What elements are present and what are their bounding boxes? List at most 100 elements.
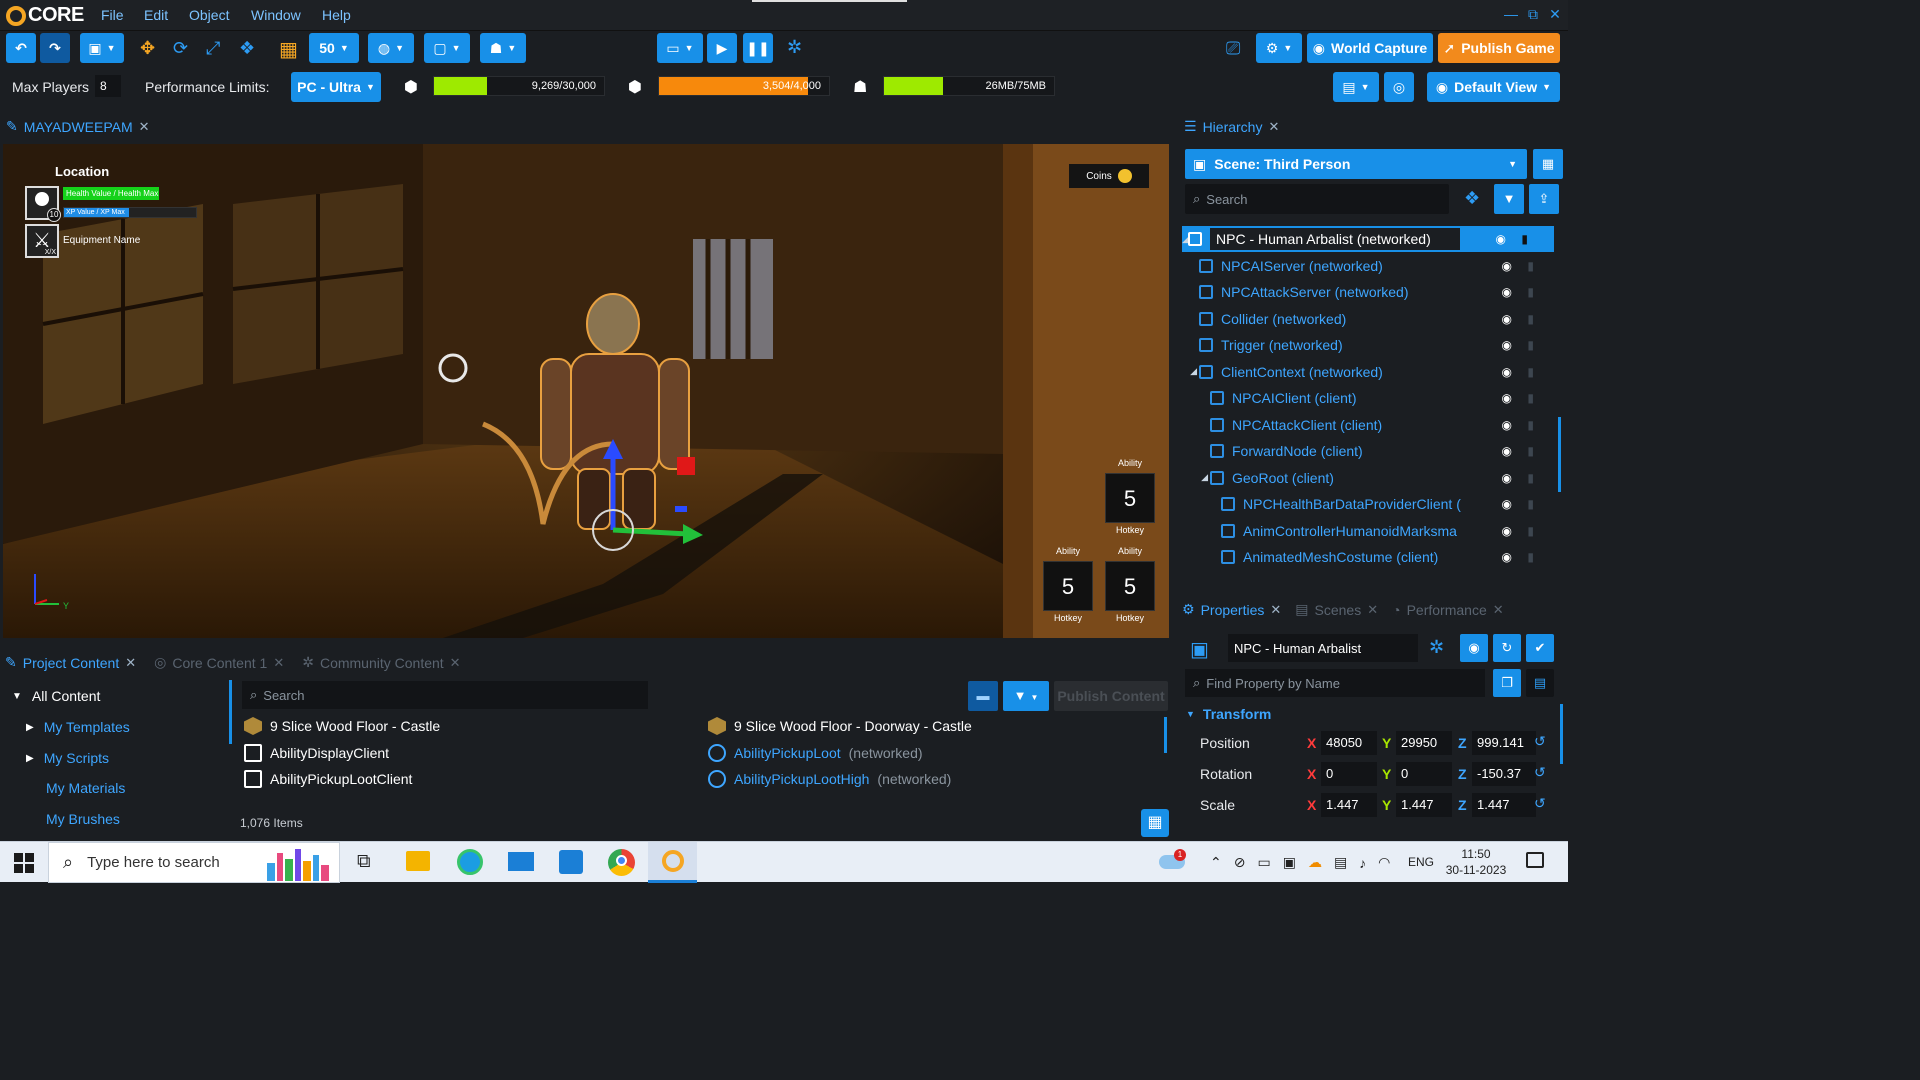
- hierarchy-scrollbar[interactable]: [1558, 417, 1561, 492]
- grid-view-button[interactable]: ▦: [1141, 809, 1169, 837]
- tree-item-my-materials[interactable]: My Materials: [46, 780, 125, 796]
- visibility-eye-icon[interactable]: ◉: [1502, 365, 1512, 379]
- close-window-button[interactable]: ✕: [1546, 6, 1564, 23]
- transform-z-field[interactable]: 1.447: [1472, 793, 1536, 817]
- camera-blocked-icon[interactable]: ⊘: [1234, 854, 1246, 871]
- transform-x-field[interactable]: 1.447: [1321, 793, 1377, 817]
- volume-icon[interactable]: ♪: [1359, 855, 1366, 871]
- hierarchy-item[interactable]: Collider (networked) ◉ ▮: [1182, 306, 1560, 332]
- menu-file[interactable]: File: [101, 7, 124, 23]
- minimize-button[interactable]: —: [1502, 6, 1520, 22]
- lock-icon[interactable]: ▮: [1527, 524, 1534, 538]
- tree-item-my-templates[interactable]: ▶ My Templates: [26, 719, 130, 735]
- content-item[interactable]: AbilityPickupLoot (networked): [708, 743, 923, 762]
- close-icon[interactable]: ✕: [125, 655, 136, 671]
- rotate-tool-icon[interactable]: ⟳: [173, 38, 188, 59]
- performance-limits-dropdown[interactable]: PC - Ultra ▼: [291, 72, 381, 102]
- menu-object[interactable]: Object: [189, 7, 229, 23]
- hierarchy-item[interactable]: AnimControllerHumanoidMarksma ◉ ▮: [1182, 518, 1560, 544]
- hierarchy-item[interactable]: ◢ GeoRoot (client) ◉ ▮: [1182, 465, 1560, 491]
- chrome-icon[interactable]: [608, 849, 635, 876]
- hierarchy-item[interactable]: AnimatedMeshCostume (client) ◉ ▮: [1182, 544, 1560, 570]
- lock-icon[interactable]: ▮: [1527, 444, 1534, 458]
- transform-y-field[interactable]: 29950: [1396, 731, 1452, 755]
- menu-window[interactable]: Window: [251, 7, 301, 23]
- max-players-field[interactable]: 8: [95, 75, 121, 97]
- chevron-up-icon[interactable]: ⌃: [1210, 854, 1222, 871]
- ability-slot-top[interactable]: 5: [1105, 473, 1155, 523]
- content-search[interactable]: ⌕ Search: [242, 681, 648, 709]
- hierarchy-item[interactable]: NPCAttackServer (networked) ◉ ▮: [1182, 279, 1560, 305]
- bookmark-button[interactable]: ◎: [1384, 72, 1414, 102]
- close-icon[interactable]: ✕: [1268, 119, 1279, 135]
- close-icon[interactable]: ✕: [139, 119, 150, 135]
- edge-icon[interactable]: [457, 849, 483, 875]
- meet-icon[interactable]: ▣: [1283, 854, 1296, 871]
- debug-icon[interactable]: ✲: [787, 37, 802, 58]
- lock-icon[interactable]: ▮: [1527, 471, 1534, 485]
- expand-arrow-icon[interactable]: ◢: [1182, 366, 1199, 377]
- taskbar-search[interactable]: ⌕ Type here to search: [48, 842, 340, 883]
- lock-icon[interactable]: ▮: [1527, 285, 1534, 299]
- transform-y-field[interactable]: 0: [1396, 762, 1452, 786]
- content-scrollbar[interactable]: [1164, 717, 1167, 753]
- locate-button[interactable]: ◉: [1460, 634, 1488, 662]
- selection-mode-dropdown[interactable]: ▣ ▼: [80, 33, 124, 63]
- grid-size-dropdown[interactable]: 50 ▼: [309, 33, 359, 63]
- visibility-eye-icon[interactable]: ◉: [1502, 285, 1512, 299]
- content-item[interactable]: AbilityDisplayClient: [244, 743, 389, 762]
- object-tool-icon[interactable]: ❖: [239, 38, 255, 59]
- menu-help[interactable]: Help: [322, 7, 351, 23]
- hierarchy-collapse-button[interactable]: ⇪: [1529, 184, 1559, 214]
- hierarchy-item[interactable]: NPCHealthBarDataProviderClient (◉ ▮: [1182, 491, 1560, 517]
- lock-icon[interactable]: ▮: [1521, 232, 1528, 246]
- default-view-dropdown[interactable]: ◉ Default View ▼: [1427, 72, 1560, 102]
- store-icon[interactable]: [559, 850, 583, 874]
- task-view-icon[interactable]: ⧉: [357, 851, 371, 873]
- transform-z-field[interactable]: -150.37: [1472, 762, 1536, 786]
- hierarchy-item[interactable]: Trigger (networked) ◉ ▮: [1182, 332, 1560, 358]
- reset-row-icon[interactable]: ↺: [1534, 795, 1546, 812]
- close-icon[interactable]: ✕: [1493, 602, 1504, 618]
- lock-icon[interactable]: ▮: [1527, 338, 1534, 352]
- publish-game-button[interactable]: ➚ Publish Game: [1438, 33, 1560, 63]
- mail-icon[interactable]: [508, 852, 534, 871]
- world-capture-button[interactable]: ◉ World Capture: [1307, 33, 1433, 63]
- content-item[interactable]: 9 Slice Wood Floor - Doorway - Castle: [708, 717, 972, 735]
- content-item[interactable]: AbilityPickupLootClient: [244, 770, 412, 788]
- tab-properties[interactable]: ⚙ Properties ✕: [1182, 601, 1281, 618]
- tree-item-my-scripts[interactable]: ▶ My Scripts: [26, 750, 109, 766]
- tree-item-my-brushes[interactable]: My Brushes: [46, 811, 120, 827]
- lock-icon[interactable]: ▮: [1527, 418, 1534, 432]
- reset-row-icon[interactable]: ↺: [1534, 733, 1546, 750]
- close-icon[interactable]: ✕: [450, 655, 461, 671]
- visibility-eye-icon[interactable]: ◉: [1502, 524, 1512, 538]
- core-taskbar-button[interactable]: [648, 842, 697, 883]
- scene-dropdown[interactable]: ▣ Scene: Third Person ▼: [1185, 149, 1527, 179]
- cloud-icon[interactable]: ☁: [1308, 854, 1322, 871]
- screen-capture-icon[interactable]: ⎚: [1226, 38, 1240, 59]
- transform-x-field[interactable]: 48050: [1321, 731, 1377, 755]
- move-tool-icon[interactable]: ✥: [140, 38, 155, 59]
- visibility-eye-icon[interactable]: ◉: [1502, 338, 1512, 352]
- visibility-eye-icon[interactable]: ◉: [1502, 259, 1512, 273]
- scale-tool-icon[interactable]: ⤢: [206, 38, 220, 59]
- paste-button[interactable]: ▤: [1526, 669, 1554, 697]
- tools-dropdown[interactable]: ⚙ ▼: [1256, 33, 1302, 63]
- lock-icon[interactable]: ▮: [1527, 365, 1534, 379]
- hierarchy-tab[interactable]: ☰ Hierarchy ✕: [1184, 118, 1279, 135]
- hierarchy-search[interactable]: ⌕ Search: [1185, 184, 1449, 214]
- battery-icon[interactable]: ▭: [1257, 854, 1270, 871]
- clock[interactable]: 11:50 30-11-2023: [1442, 846, 1510, 878]
- visibility-eye-icon[interactable]: ◉: [1502, 550, 1512, 564]
- windows-start-icon[interactable]: [14, 853, 34, 873]
- scene-settings-button[interactable]: ▦: [1533, 149, 1563, 179]
- camera-dropdown[interactable]: ▢ ▼: [424, 33, 470, 63]
- notification-center-icon[interactable]: [1526, 852, 1544, 868]
- play-button[interactable]: ▶: [707, 33, 737, 63]
- visibility-eye-icon[interactable]: ◉: [1502, 444, 1512, 458]
- reset-row-icon[interactable]: ↺: [1534, 764, 1546, 781]
- pause-button[interactable]: ❚❚: [743, 33, 773, 63]
- transform-y-field[interactable]: 1.447: [1396, 793, 1452, 817]
- menu-edit[interactable]: Edit: [144, 7, 168, 23]
